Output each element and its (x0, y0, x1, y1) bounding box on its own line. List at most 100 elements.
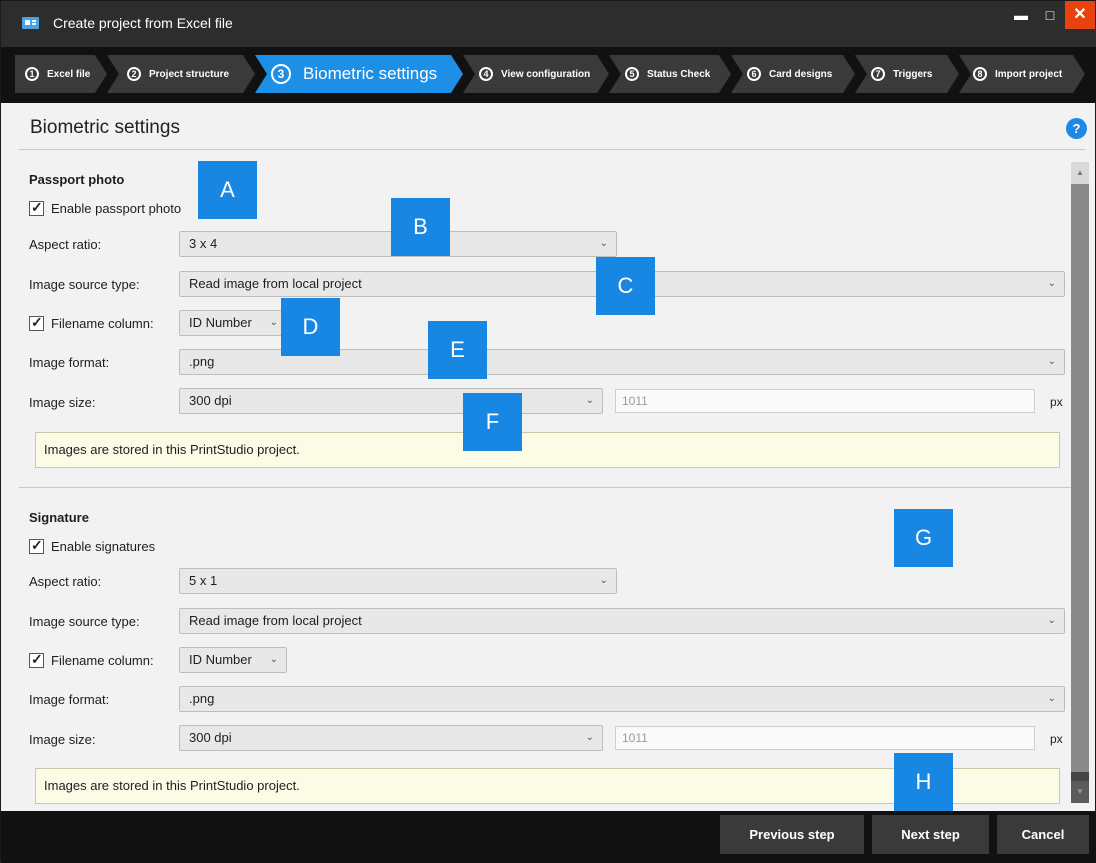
step-label: Triggers (893, 68, 933, 80)
select-value: 300 dpi (189, 393, 232, 408)
signature-filename-column-select[interactable]: ID Number ⌄ (179, 647, 287, 673)
enable-passport-photo-checkbox[interactable]: Enable passport photo (29, 199, 181, 216)
callout-marker-b: B (391, 198, 450, 256)
step-view-configuration[interactable]: 4 View configuration (479, 55, 590, 93)
callout-marker-h: H (894, 753, 953, 811)
step-import-project[interactable]: 8 Import project (973, 55, 1062, 93)
settings-panel: Passport photo Enable passport photo Asp… (19, 156, 1073, 808)
callout-marker-c: C (596, 257, 655, 315)
passport-section-title: Passport photo (29, 172, 125, 187)
select-value: ID Number (189, 652, 252, 667)
signature-image-size-select[interactable]: 300 dpi ⌄ (179, 725, 603, 751)
step-label: Project structure (149, 68, 230, 80)
window-title: Create project from Excel file (53, 15, 233, 31)
scroll-down-arrow-icon[interactable]: ▼ (1071, 781, 1089, 803)
chevron-down-icon: ⌄ (269, 317, 278, 328)
step-number-2: 2 (127, 67, 141, 81)
signature-section-title: Signature (29, 510, 89, 525)
scroll-thumb[interactable] (1071, 184, 1089, 772)
select-value: Read image from local project (189, 276, 362, 291)
header-divider (19, 149, 1085, 150)
px-unit-label: px (1050, 395, 1063, 409)
passport-image-size-select[interactable]: 300 dpi ⌄ (179, 388, 603, 414)
step-number-3: 3 (271, 64, 291, 84)
next-step-button[interactable]: Next step (872, 815, 989, 854)
image-size-label: Image size: (29, 395, 96, 410)
footer-bar: Previous step Next step Cancel (1, 811, 1096, 863)
signature-filename-column-checkbox[interactable]: Filename column: (29, 651, 154, 668)
step-number-1: 1 (25, 67, 39, 81)
help-icon[interactable]: ? (1066, 118, 1087, 139)
chevron-down-icon: ⌄ (599, 575, 608, 586)
chevron-down-icon: ⌄ (1047, 615, 1056, 626)
step-label: Biometric settings (303, 64, 438, 83)
step-biometric-settings[interactable]: 3 Biometric settings (271, 55, 437, 93)
passport-filename-column-checkbox[interactable]: Filename column: (29, 314, 154, 331)
passport-image-size-px-input[interactable]: 1011 (615, 389, 1035, 413)
checkbox-checked-icon (29, 651, 44, 668)
signature-image-size-px-input[interactable]: 1011 (615, 726, 1035, 750)
chevron-down-icon: ⌄ (585, 732, 594, 743)
chevron-down-icon: ⌄ (1047, 356, 1056, 367)
create-project-window: Create project from Excel file ▬ □ ✕ 1 Ex… (0, 0, 1096, 863)
chevron-down-icon: ⌄ (599, 238, 608, 249)
select-value: .png (189, 691, 215, 706)
enable-signatures-checkbox[interactable]: Enable signatures (29, 537, 156, 554)
step-label: Status Check (647, 68, 711, 80)
scroll-up-arrow-icon[interactable]: ▲ (1071, 162, 1089, 184)
select-value: Read image from local project (189, 613, 362, 628)
image-format-label: Image format: (29, 355, 110, 370)
step-label: Card designs (769, 68, 833, 80)
signature-image-source-select[interactable]: Read image from local project ⌄ (179, 608, 1065, 634)
checkbox-checked-icon (29, 314, 44, 331)
select-value: 300 dpi (189, 730, 232, 745)
id-card-icon (22, 17, 39, 29)
checkbox-label: Filename column: (51, 653, 154, 668)
step-excel-file[interactable]: 1 Excel file (25, 55, 90, 93)
callout-marker-a: A (198, 161, 257, 219)
select-value: 3 x 4 (189, 236, 218, 251)
image-format-label: Image format: (29, 692, 110, 707)
px-unit-label: px (1050, 732, 1063, 746)
page-title: Biometric settings (30, 117, 180, 138)
cancel-button[interactable]: Cancel (997, 815, 1089, 854)
signature-aspect-ratio-select[interactable]: 5 x 1 ⌄ (179, 568, 617, 594)
step-number-8: 8 (973, 67, 987, 81)
aspect-ratio-label: Aspect ratio: (29, 237, 102, 252)
step-label: Excel file (47, 68, 91, 80)
callout-marker-g: G (894, 509, 953, 567)
chevron-down-icon: ⌄ (1047, 278, 1056, 289)
checkbox-checked-icon (29, 199, 44, 216)
callout-marker-f: F (463, 393, 522, 451)
maximize-button[interactable]: □ (1035, 1, 1065, 29)
step-number-5: 5 (625, 67, 639, 81)
step-project-structure[interactable]: 2 Project structure (127, 55, 229, 93)
signature-image-format-select[interactable]: .png ⌄ (179, 686, 1065, 712)
step-triggers[interactable]: 7 Triggers (871, 55, 932, 93)
wizard-steps: 1 Excel file 2 Project structure 3 Biometri… (1, 47, 1096, 103)
checkbox-label: Filename column: (51, 316, 154, 331)
section-divider (19, 487, 1073, 488)
select-value: ID Number (189, 315, 252, 330)
passport-storage-note: Images are stored in this PrintStudio pr… (35, 432, 1060, 468)
checkbox-label: Enable signatures (51, 539, 156, 554)
minimize-button[interactable]: ▬ (1006, 1, 1036, 29)
close-button[interactable]: ✕ (1065, 1, 1095, 29)
step-number-6: 6 (747, 67, 761, 81)
passport-filename-column-select[interactable]: ID Number ⌄ (179, 310, 287, 336)
callout-marker-d: D (281, 298, 340, 356)
aspect-ratio-label: Aspect ratio: (29, 574, 102, 589)
select-value: 5 x 1 (189, 573, 218, 588)
step-card-designs[interactable]: 6 Card designs (747, 55, 832, 93)
previous-step-button[interactable]: Previous step (720, 815, 864, 854)
checkbox-checked-icon (29, 537, 44, 554)
image-source-type-label: Image source type: (29, 277, 140, 292)
callout-marker-e: E (428, 321, 487, 379)
chevron-down-icon: ⌄ (585, 395, 594, 406)
step-number-7: 7 (871, 67, 885, 81)
step-number-4: 4 (479, 67, 493, 81)
step-label: Import project (995, 68, 1063, 80)
step-status-check[interactable]: 5 Status Check (625, 55, 710, 93)
title-bar: Create project from Excel file ▬ □ ✕ (1, 1, 1096, 47)
vertical-scrollbar[interactable]: ▲ ▼ (1071, 162, 1089, 803)
